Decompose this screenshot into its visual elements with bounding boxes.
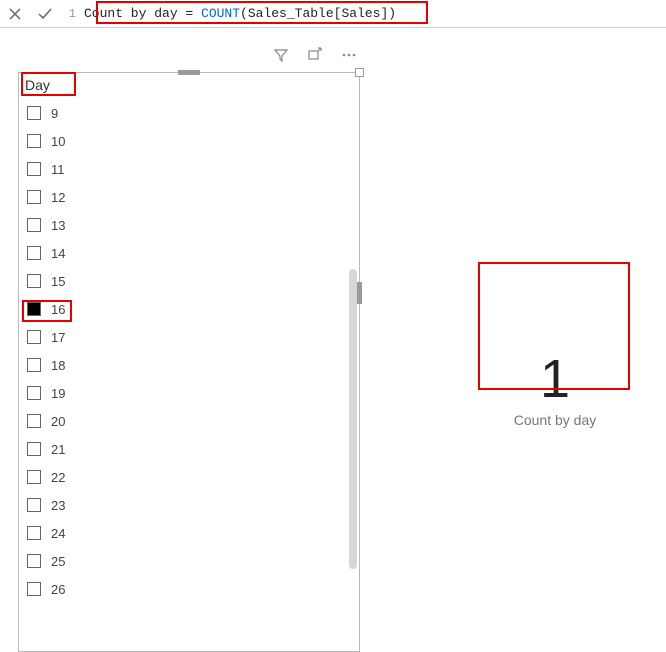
checkbox-icon[interactable] [27, 414, 41, 428]
slicer-item[interactable]: 26 [19, 575, 359, 603]
resize-handle-top[interactable] [178, 70, 200, 75]
card-label: Count by day [514, 412, 597, 428]
visual-header-toolbar [273, 40, 666, 70]
count-card-visual[interactable]: 1 Count by day [476, 330, 634, 450]
checkbox-icon[interactable] [27, 582, 41, 596]
checkbox-icon[interactable] [27, 442, 41, 456]
slicer-item-label: 9 [51, 106, 58, 121]
slicer-item-label: 15 [51, 274, 65, 289]
slicer-item[interactable]: 20 [19, 407, 359, 435]
checkbox-icon[interactable] [27, 358, 41, 372]
slicer-item[interactable]: 13 [19, 211, 359, 239]
checkbox-icon[interactable] [27, 106, 41, 120]
slicer-item[interactable]: 25 [19, 547, 359, 575]
formula-editor[interactable]: Count by day = COUNT(Sales_Table[Sales]) [80, 4, 666, 23]
slicer-item-label: 14 [51, 246, 65, 261]
slicer-item-label: 24 [51, 526, 65, 541]
checkbox-icon[interactable] [27, 554, 41, 568]
checkbox-icon[interactable] [27, 498, 41, 512]
slicer-item[interactable]: 21 [19, 435, 359, 463]
slicer-item[interactable]: 24 [19, 519, 359, 547]
slicer-item-label: 20 [51, 414, 65, 429]
slicer-item[interactable]: 12 [19, 183, 359, 211]
slicer-item-label: 21 [51, 442, 65, 457]
slicer-item[interactable]: 10 [19, 127, 359, 155]
slicer-item-label: 19 [51, 386, 65, 401]
measure-name-text: Count by day [84, 6, 178, 21]
filter-icon[interactable] [273, 47, 289, 63]
checkbox-icon[interactable] [27, 386, 41, 400]
commit-formula-button[interactable] [30, 0, 60, 27]
formula-bar: 1 Count by day = COUNT(Sales_Table[Sales… [0, 0, 666, 28]
slicer-item-label: 17 [51, 330, 65, 345]
checkbox-icon[interactable] [27, 274, 41, 288]
scrollbar-thumb[interactable] [349, 269, 357, 569]
slicer-item-label: 13 [51, 218, 65, 233]
slicer-item-label: 26 [51, 582, 65, 597]
slicer-item-label: 12 [51, 190, 65, 205]
function-text: COUNT [201, 6, 240, 21]
checkbox-icon[interactable] [27, 302, 41, 316]
day-slicer-visual[interactable]: Day 9 10 11 12 13 14 15 16 17 18 19 20 21 22 23 24 25 26 [18, 72, 360, 652]
slicer-item-list[interactable]: 9 10 11 12 13 14 15 16 17 18 19 20 21 22 23 24 25 26 [19, 99, 359, 649]
focus-mode-icon[interactable] [307, 47, 323, 63]
slicer-header: Day [19, 73, 359, 99]
slicer-item-label: 16 [51, 302, 65, 317]
slicer-item[interactable]: 15 [19, 267, 359, 295]
slicer-item[interactable]: 11 [19, 155, 359, 183]
more-options-icon[interactable] [341, 47, 357, 63]
checkbox-icon[interactable] [27, 470, 41, 484]
resize-handle-corner[interactable] [355, 68, 364, 77]
slicer-item[interactable]: 9 [19, 99, 359, 127]
checkbox-icon[interactable] [27, 246, 41, 260]
checkbox-icon[interactable] [27, 218, 41, 232]
cancel-formula-button[interactable] [0, 0, 30, 27]
slicer-item[interactable]: 16 [19, 295, 359, 323]
slicer-item[interactable]: 23 [19, 491, 359, 519]
args-text: (Sales_Table[Sales]) [240, 6, 396, 21]
slicer-item-label: 25 [51, 554, 65, 569]
slicer-item[interactable]: 22 [19, 463, 359, 491]
slicer-item-label: 23 [51, 498, 65, 513]
slicer-item[interactable]: 17 [19, 323, 359, 351]
slicer-item[interactable]: 14 [19, 239, 359, 267]
checkbox-icon[interactable] [27, 330, 41, 344]
slicer-item[interactable]: 19 [19, 379, 359, 407]
slicer-item-label: 11 [51, 162, 65, 177]
checkbox-icon[interactable] [27, 190, 41, 204]
slicer-item[interactable]: 18 [19, 351, 359, 379]
formula-line-number: 1 [60, 7, 80, 21]
card-value: 1 [540, 352, 570, 406]
slicer-item-label: 10 [51, 134, 65, 149]
slicer-item-label: 18 [51, 358, 65, 373]
equals-text: = [178, 6, 201, 21]
slicer-item-label: 22 [51, 470, 65, 485]
checkbox-icon[interactable] [27, 134, 41, 148]
checkbox-icon[interactable] [27, 526, 41, 540]
checkbox-icon[interactable] [27, 162, 41, 176]
